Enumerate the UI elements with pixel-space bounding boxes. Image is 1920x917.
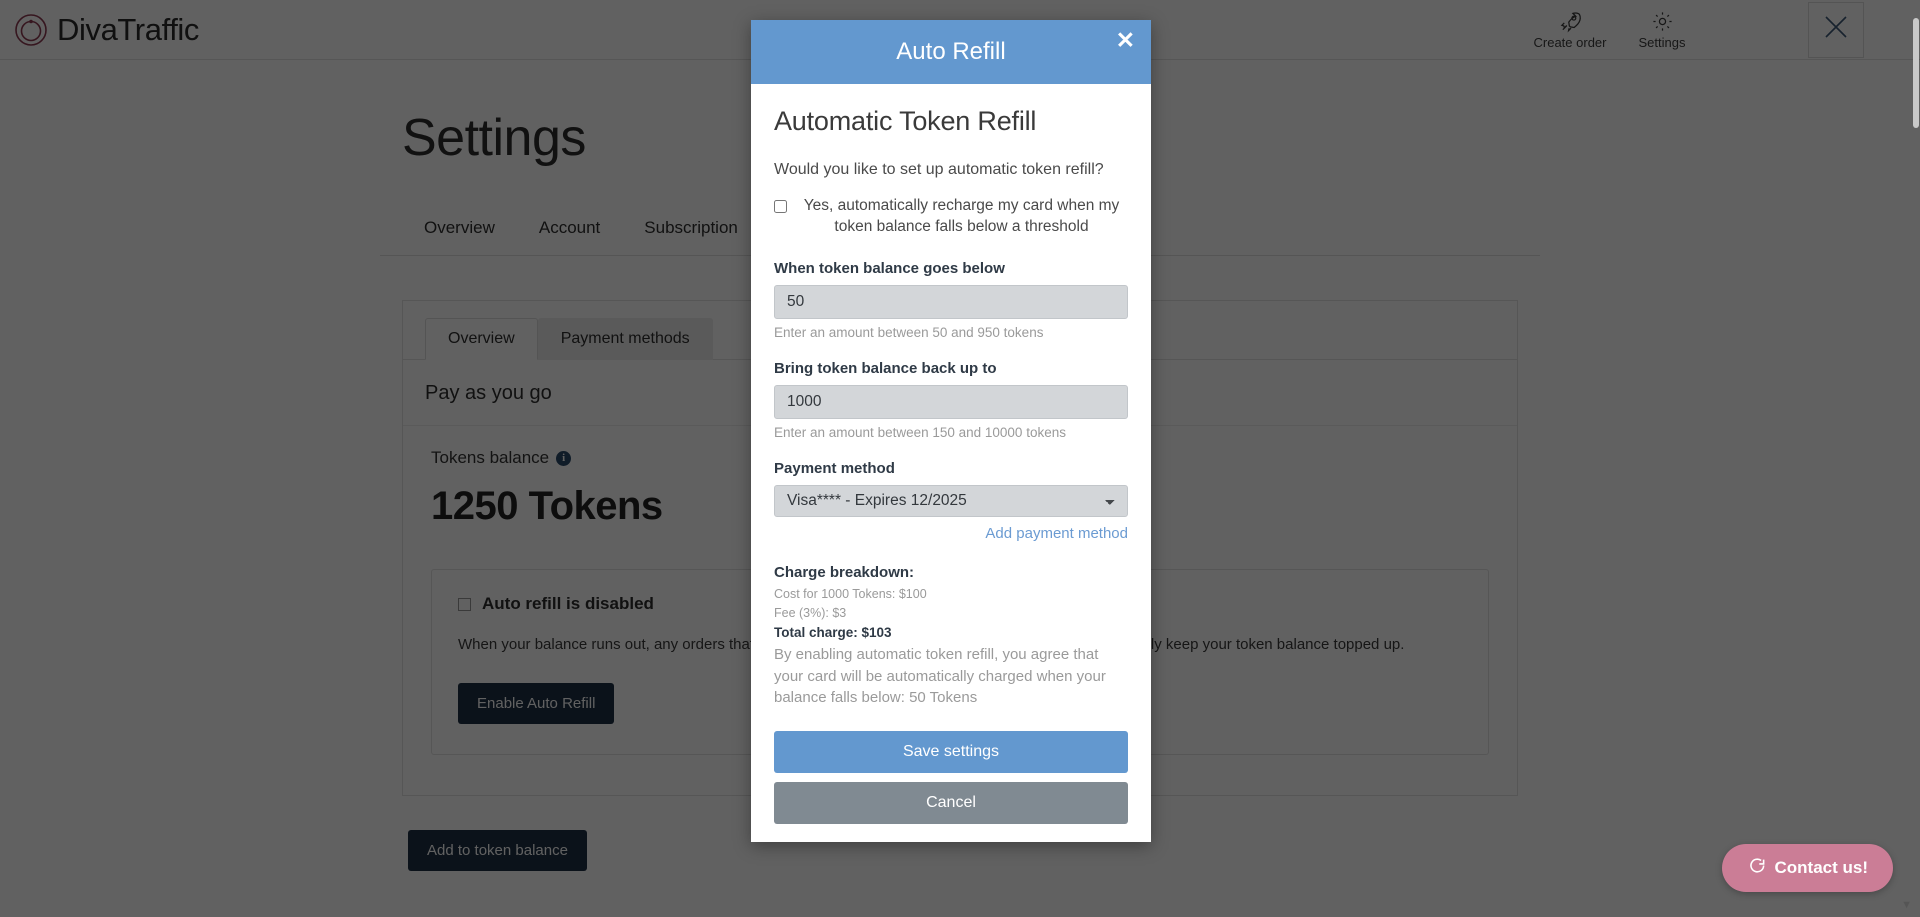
threshold-help-text: Enter an amount between 50 and 950 token…: [774, 324, 1044, 340]
payment-method-select[interactable]: Visa**** - Expires 12/2025: [774, 484, 1128, 517]
topup-input[interactable]: [774, 384, 1128, 419]
charge-breakdown-title: Charge breakdown:: [774, 563, 915, 581]
modal-question: Would you like to set up automatic token…: [774, 161, 1104, 178]
modal-close-icon[interactable]: ✕: [1116, 29, 1135, 52]
auto-refill-consent-checkbox[interactable]: [774, 200, 787, 213]
modal-header: Auto Refill ✕: [751, 20, 1151, 84]
contact-us-label: Contact us!: [1774, 858, 1869, 877]
auto-refill-consent-label[interactable]: Yes, automatically recharge my card when…: [795, 196, 1128, 238]
cancel-button[interactable]: Cancel: [774, 782, 1128, 825]
scrollbar-thumb[interactable]: [1913, 18, 1919, 128]
modal-title: Auto Refill: [896, 38, 1006, 65]
charge-cost-line: Cost for 1000 Tokens: $100: [774, 586, 927, 601]
contact-us-button[interactable]: Contact us!: [1721, 844, 1893, 892]
add-payment-method-link[interactable]: Add payment method: [774, 525, 1128, 542]
auto-refill-modal: Auto Refill ✕ Automatic Token Refill Wou…: [751, 20, 1151, 843]
auto-refill-consent-row: Yes, automatically recharge my card when…: [774, 196, 1128, 238]
modal-body: Automatic Token Refill Would you like to…: [751, 84, 1151, 842]
speech-bubble-icon: [1747, 856, 1766, 880]
topup-field-label: Bring token balance back up to: [774, 359, 997, 377]
modal-heading: Automatic Token Refill: [774, 106, 1037, 136]
topup-help-text: Enter an amount between 150 and 10000 to…: [774, 424, 1066, 440]
scroll-down-arrow-icon[interactable]: ▼: [1901, 899, 1912, 911]
charge-total-line: Total charge: $103: [774, 624, 892, 640]
payment-method-label: Payment method: [774, 459, 895, 477]
charge-fee-line: Fee (3%): $3: [774, 605, 847, 620]
threshold-input[interactable]: [774, 284, 1128, 319]
charge-agreement-note: By enabling automatic token refill, you …: [774, 645, 1106, 707]
save-settings-button[interactable]: Save settings: [774, 731, 1128, 774]
page-scrollbar[interactable]: [1912, 0, 1920, 917]
threshold-field-label: When token balance goes below: [774, 259, 1005, 277]
